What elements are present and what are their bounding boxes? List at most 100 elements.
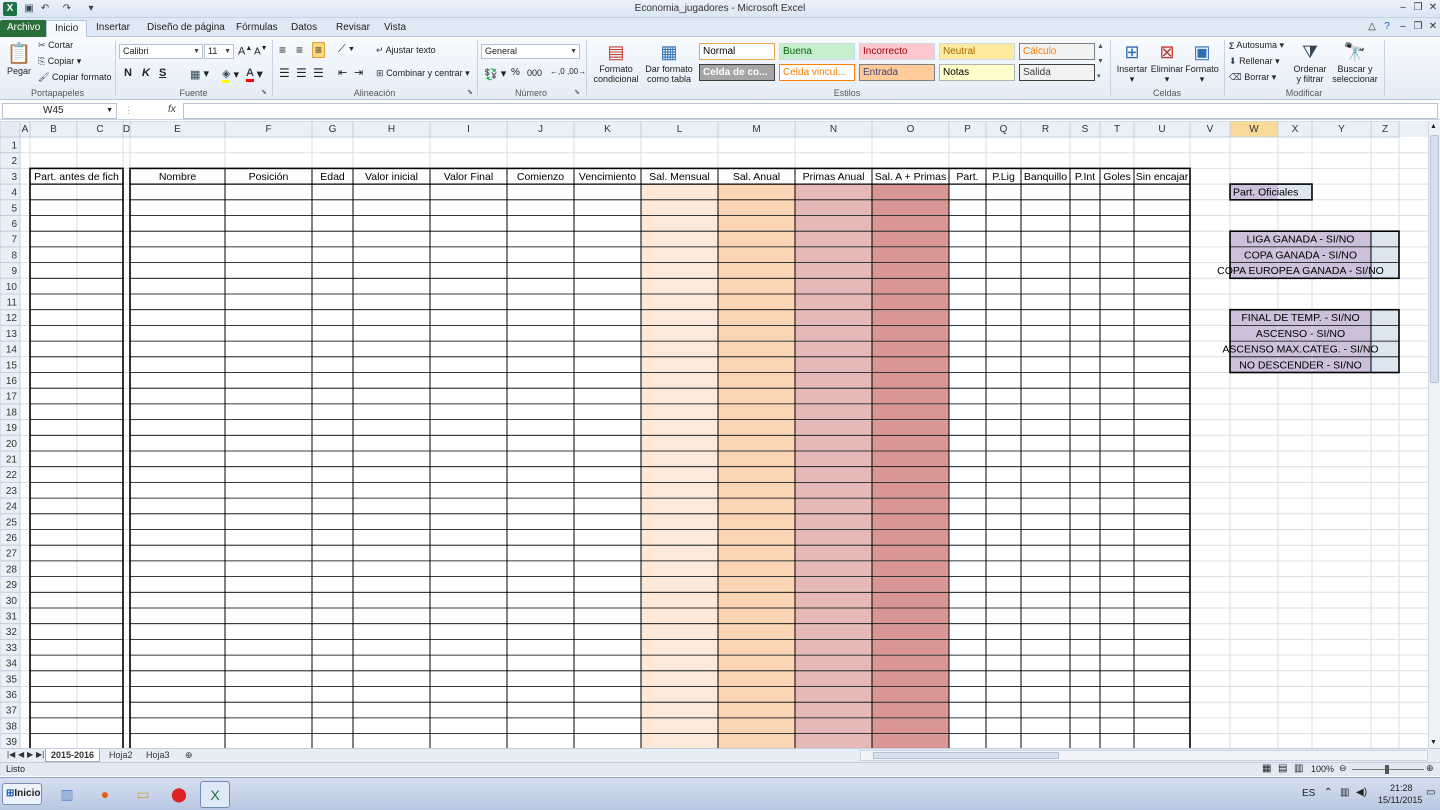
excel-taskbar-icon[interactable]: X [200,781,230,808]
format-painter-button[interactable]: 🖌 Copiar formato [38,72,111,83]
number-format-select[interactable]: General ▼ [481,44,580,59]
sheet-tab-hoja3[interactable]: Hoja3 [141,749,175,762]
cut-button[interactable]: ✂ Cortar [38,40,73,51]
explorer-taskbar-icon[interactable]: ▥ [52,781,82,808]
fill-color-button[interactable]: ◈ ▾ [222,67,239,83]
cell-style-incorrecto[interactable]: Incorrecto [859,43,935,60]
start-button[interactable]: ⊞Inicio [2,783,42,805]
doc-close-icon[interactable]: ✕ [1427,21,1439,32]
folder-taskbar-icon[interactable]: ▭ [128,781,158,808]
row-header-1[interactable] [0,136,21,154]
shrink-font-button[interactable]: A▼ [254,45,268,57]
close-icon[interactable]: ✕ [1427,2,1439,13]
wrap-text-button[interactable]: ↵ Ajustar texto [376,45,436,56]
horizontal-scroll-thumb[interactable] [873,752,1059,759]
tab-archivo[interactable]: Archivo [0,20,48,37]
season-value-cell[interactable] [1371,356,1399,373]
alignment-dialog-launcher-icon[interactable]: ⬊ [467,88,473,96]
gallery-more-icon[interactable]: ▾ [1097,72,1101,80]
decrease-decimal-icon[interactable]: ,00→ [567,67,586,76]
tab-diseno-pagina[interactable]: Diseño de página [139,20,233,37]
tab-inicio[interactable]: Inicio [46,20,88,37]
format-as-table-button[interactable]: ▦ Dar formato como tabla [644,40,694,84]
align-bottom-icon[interactable]: ≡ [312,42,326,58]
orientation-icon[interactable]: ⟋ ▾ [338,43,354,56]
page-layout-view-icon[interactable]: ▤ [1278,763,1287,774]
cell-style-celda-vincul[interactable]: Celda vincul... [779,64,855,81]
insert-cells-button[interactable]: ⊞ Insertar ▾ [1114,40,1150,85]
cell-style-notas[interactable]: Notas [939,64,1015,81]
worksheet-grid[interactable]: A B C D E F G H I J K L M N O P Q R S T U V W X Y Z 1 2 3 4 5 6 7 8 9 10 11 1… [0,121,1428,748]
vertical-scroll-thumb[interactable] [1430,135,1439,383]
gallery-up-icon[interactable]: ▲ [1097,43,1104,50]
sheet-tab-hoja2[interactable]: Hoja2 [104,749,138,762]
align-right-icon[interactable]: ☰ [313,66,324,80]
row-header-8[interactable] [0,246,21,264]
zoom-out-icon[interactable]: ⊖ [1339,763,1347,774]
page-break-view-icon[interactable]: ▥ [1294,763,1303,774]
cell-style-normal[interactable]: Normal [699,43,775,60]
tab-formulas[interactable]: Fórmulas [228,20,286,37]
align-top-icon[interactable]: ≡ [279,43,286,57]
copy-button[interactable]: ⎘ Copiar ▾ [38,56,81,67]
tray-expand-icon[interactable]: ⌃ [1324,787,1332,798]
scroll-up-icon[interactable]: ▲ [1430,123,1437,130]
trophy-value-cell[interactable] [1371,246,1399,263]
percent-button[interactable]: % [511,67,520,78]
ribbon-minimize-icon[interactable]: △ [1366,21,1378,32]
scroll-down-icon[interactable]: ▼ [1430,739,1437,746]
bold-button[interactable]: N [124,67,132,79]
sheet-tab-2015-2016[interactable]: 2015-2016 [45,749,101,762]
align-left-icon[interactable]: ☰ [279,66,290,80]
tab-insertar[interactable]: Insertar [88,20,138,37]
clear-button[interactable]: ⌫ Borrar ▾ [1229,72,1276,83]
align-middle-icon[interactable]: ≡ [296,43,303,57]
font-size-select[interactable]: 11 ▼ [204,44,234,59]
font-color-button[interactable]: A ▾ [246,67,263,82]
font-dialog-launcher-icon[interactable]: ⬊ [261,88,267,96]
font-name-select[interactable]: Calibri ▼ [119,44,203,59]
volume-icon[interactable]: ◀) [1356,787,1367,798]
italic-button[interactable]: K [142,67,150,79]
cell-style-celda-de-co[interactable]: Celda de co... [699,64,775,81]
fill-button[interactable]: ⬇ Rellenar ▾ [1229,56,1280,67]
minimize-icon[interactable]: – [1397,2,1409,13]
row-header-3[interactable] [0,167,21,185]
tab-vista[interactable]: Vista [376,20,414,37]
season-value-cell[interactable] [1371,325,1399,342]
cell-style-entrada[interactable]: Entrada [859,64,935,81]
merge-center-button[interactable]: ⊞ Combinar y centrar ▾ [376,68,470,79]
worksheet-canvas[interactable]: A B C D E F G H I J K L M N O P Q R S T U V W X Y Z12345678910111… [0,121,1428,748]
delete-cells-button[interactable]: ⊠ Eliminar ▾ [1150,40,1184,85]
align-center-icon[interactable]: ☰ [296,66,307,80]
row-header-4[interactable] [0,183,21,201]
formula-input[interactable] [183,103,1438,119]
autosum-button[interactable]: Σ Autosuma ▾ [1229,40,1284,51]
number-dialog-launcher-icon[interactable]: ⬊ [574,88,580,96]
cell-style-salida[interactable]: Salida [1019,64,1095,81]
row-header-7[interactable] [0,230,21,248]
underline-button[interactable]: S [159,67,166,79]
network-icon[interactable]: ▥ [1340,787,1349,798]
season-value-cell[interactable] [1371,309,1399,326]
currency-button[interactable]: 💱 ▾ [484,67,506,81]
doc-restore-icon[interactable]: ❐ [1412,21,1424,32]
cell-style-c-lculo[interactable]: Cálculo [1019,43,1095,60]
cell-style-buena[interactable]: Buena [779,43,855,60]
grow-font-button[interactable]: A▲ [238,45,252,58]
row-header-5[interactable] [0,199,21,217]
firefox-taskbar-icon[interactable]: ● [90,781,120,808]
find-select-button[interactable]: 🔭 Buscar y seleccionar [1330,40,1380,84]
language-indicator[interactable]: ES [1302,788,1315,799]
name-box[interactable]: W45 ▼ [2,103,117,119]
zoom-level[interactable]: 100% [1311,764,1334,774]
doc-minimize-icon[interactable]: – [1397,21,1409,32]
normal-view-icon[interactable]: ▦ [1262,763,1271,774]
conditional-format-button[interactable]: ▤ Formato condicional [590,40,642,84]
gallery-down-icon[interactable]: ▼ [1097,58,1104,65]
restore-icon[interactable]: ❐ [1412,2,1424,13]
sort-filter-button[interactable]: ⧩ Ordenar y filtrar [1290,40,1330,84]
zoom-in-icon[interactable]: ⊕ [1426,763,1434,774]
row-header-2[interactable] [0,152,21,169]
select-all-corner[interactable] [0,121,21,138]
